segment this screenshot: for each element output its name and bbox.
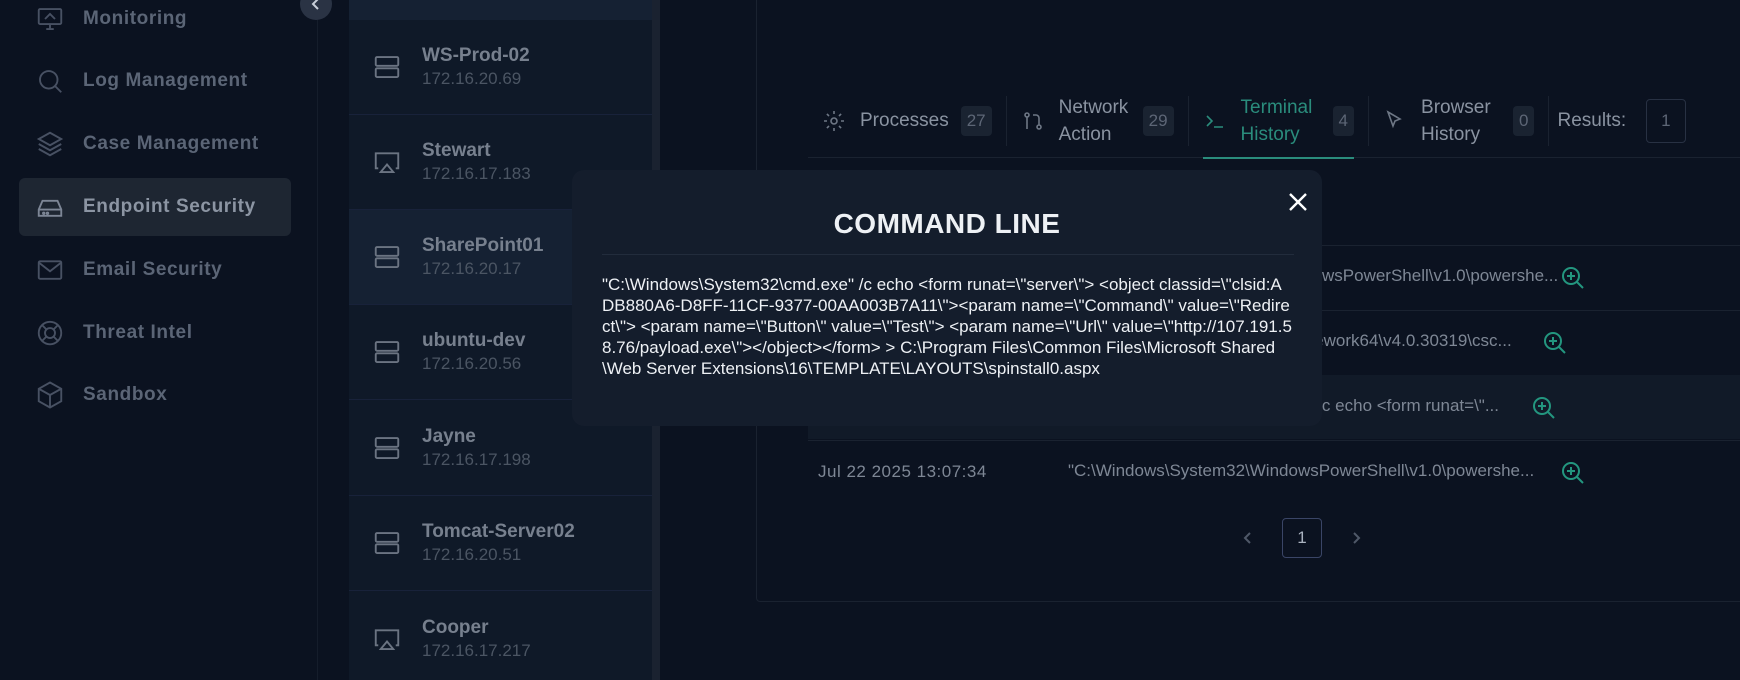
- sidebar-item-label: Email Security: [83, 259, 223, 280]
- device-ip: 172.16.17.183: [422, 164, 531, 183]
- device-name: Jayne: [422, 426, 476, 447]
- sidebar-item-monitoring[interactable]: Monitoring: [19, 0, 291, 48]
- prev-page-button[interactable]: [1236, 526, 1260, 550]
- device-name: Tomcat-Server02: [422, 521, 575, 542]
- zoom-in-button[interactable]: [1542, 330, 1568, 356]
- screen-cast-icon: [374, 152, 400, 173]
- sidebar-item-label: Sandbox: [83, 384, 168, 405]
- sidebar-item-sandbox[interactable]: Sandbox: [19, 366, 291, 424]
- results-label: Results:: [1557, 109, 1627, 131]
- sidebar-item-label: Threat Intel: [83, 322, 193, 343]
- monitor-icon: [37, 8, 63, 30]
- sidebar-item-log-management[interactable]: Log Management: [19, 52, 291, 110]
- zoom-in-button[interactable]: [1531, 395, 1557, 421]
- tab-count-badge: 0: [1513, 105, 1535, 136]
- sidebar-item-threat-intel[interactable]: Threat Intel: [19, 304, 291, 362]
- tab-network-action[interactable]: Network Action 29: [1007, 84, 1188, 158]
- sidebar-item-label: Case Management: [83, 133, 259, 154]
- device-ip: 172.16.20.51: [422, 545, 522, 564]
- sidebar-item-label: Monitoring: [83, 8, 188, 29]
- device-item[interactable]: WS-Prod-02 172.16.20.69: [349, 20, 652, 115]
- next-page-button[interactable]: [1344, 526, 1368, 550]
- tab-browser-history[interactable]: Browser History 0: [1369, 84, 1548, 158]
- hard-drive-icon: [37, 199, 63, 217]
- command-line-modal: COMMAND LINE "C:\Windows\System32\cmd.ex…: [572, 170, 1322, 426]
- sidebar-item-label: Log Management: [83, 70, 248, 91]
- device-name: Stewart: [422, 140, 491, 161]
- mail-icon: [37, 260, 63, 280]
- device-name: Cooper: [422, 617, 489, 638]
- modal-divider: [602, 254, 1294, 255]
- results-select[interactable]: 1: [1646, 98, 1687, 143]
- server-icon: [374, 56, 400, 78]
- page-number-button[interactable]: 1: [1282, 518, 1322, 558]
- device-ip: 172.16.17.198: [422, 450, 531, 469]
- box-icon: [37, 381, 63, 409]
- modal-title: COMMAND LINE: [833, 208, 1061, 239]
- cursor-icon: [1386, 109, 1402, 128]
- zoom-in-icon: [1562, 462, 1584, 484]
- tab-label: Processes: [860, 110, 949, 131]
- chevron-right-icon: [1353, 532, 1361, 544]
- tab-count-badge: 27: [960, 105, 992, 136]
- device-list-header: [349, 0, 652, 20]
- sidebar-item-label: Endpoint Security: [83, 196, 256, 217]
- tab-processes[interactable]: Processes 27: [808, 84, 1006, 158]
- terminal-icon: [1205, 114, 1223, 128]
- chevron-left-icon: [311, 0, 319, 10]
- table-row-command: "C:\Windows\System32\WindowsPowerShell\v…: [1068, 461, 1535, 480]
- screen-cast-icon: [374, 629, 400, 650]
- tab-label: Terminal History: [1240, 96, 1313, 145]
- command-line-text: "C:\Windows\System32\cmd.exe" /c echo <f…: [602, 275, 1292, 378]
- server-icon: [374, 246, 400, 268]
- device-ip: 172.16.17.217: [422, 641, 531, 660]
- table-row-divider: [808, 440, 1740, 441]
- pagination: 1: [1236, 518, 1368, 558]
- table-row-command: wsPowerShell\v1.0\powershe...: [1322, 266, 1559, 285]
- lifebuoy-icon: [37, 320, 63, 346]
- zoom-in-icon: [1544, 332, 1566, 354]
- zoom-in-button[interactable]: [1560, 265, 1586, 291]
- table-row-date: Jul 22 2025 13:07:34: [818, 462, 987, 481]
- device-item[interactable]: Tomcat-Server02 172.16.20.51: [349, 496, 652, 591]
- tab-label: Browser History: [1421, 96, 1491, 145]
- chevron-left-icon: [1243, 532, 1251, 544]
- sidebar-item-case-management[interactable]: Case Management: [19, 115, 291, 173]
- table-row-command: mework64\v4.0.30319\csc...: [1300, 331, 1512, 350]
- sidebar: Monitoring Log Management Case Managemen…: [0, 0, 332, 680]
- git-pull-icon: [1023, 111, 1042, 130]
- zoom-in-icon: [1562, 267, 1584, 289]
- device-ip: 172.16.20.17: [422, 259, 522, 278]
- device-ip: 172.16.20.69: [422, 69, 522, 88]
- tab-count-badge: 4: [1332, 105, 1355, 136]
- server-icon: [374, 532, 400, 554]
- layers-icon: [36, 131, 64, 157]
- server-icon: [374, 437, 400, 459]
- search-icon: [39, 70, 62, 93]
- zoom-in-button[interactable]: [1560, 460, 1586, 486]
- tab-label: Network Action: [1058, 96, 1129, 145]
- tab-divider: [1548, 95, 1550, 146]
- sidebar-collapse-button[interactable]: [300, 0, 332, 20]
- server-icon: [374, 341, 400, 363]
- tab-terminal-history[interactable]: Terminal History 4: [1189, 84, 1368, 159]
- device-item[interactable]: Cooper 172.16.17.217: [349, 592, 652, 680]
- zoom-in-icon: [1533, 397, 1555, 419]
- tab-count-badge: 29: [1142, 105, 1174, 136]
- device-name: ubuntu-dev: [422, 330, 526, 351]
- device-name: WS-Prod-02: [422, 45, 530, 66]
- sidebar-item-email-security[interactable]: Email Security: [19, 241, 291, 299]
- gear-icon: [824, 110, 844, 131]
- tab-bar: Processes 27 Network Action 29 Terminal …: [808, 84, 1740, 159]
- sidebar-item-endpoint-security[interactable]: Endpoint Security: [19, 178, 291, 236]
- device-ip: 172.16.20.56: [422, 354, 522, 373]
- table-row-command: e" /c echo <form runat=\"...: [1297, 396, 1499, 415]
- device-name: SharePoint01: [422, 235, 544, 256]
